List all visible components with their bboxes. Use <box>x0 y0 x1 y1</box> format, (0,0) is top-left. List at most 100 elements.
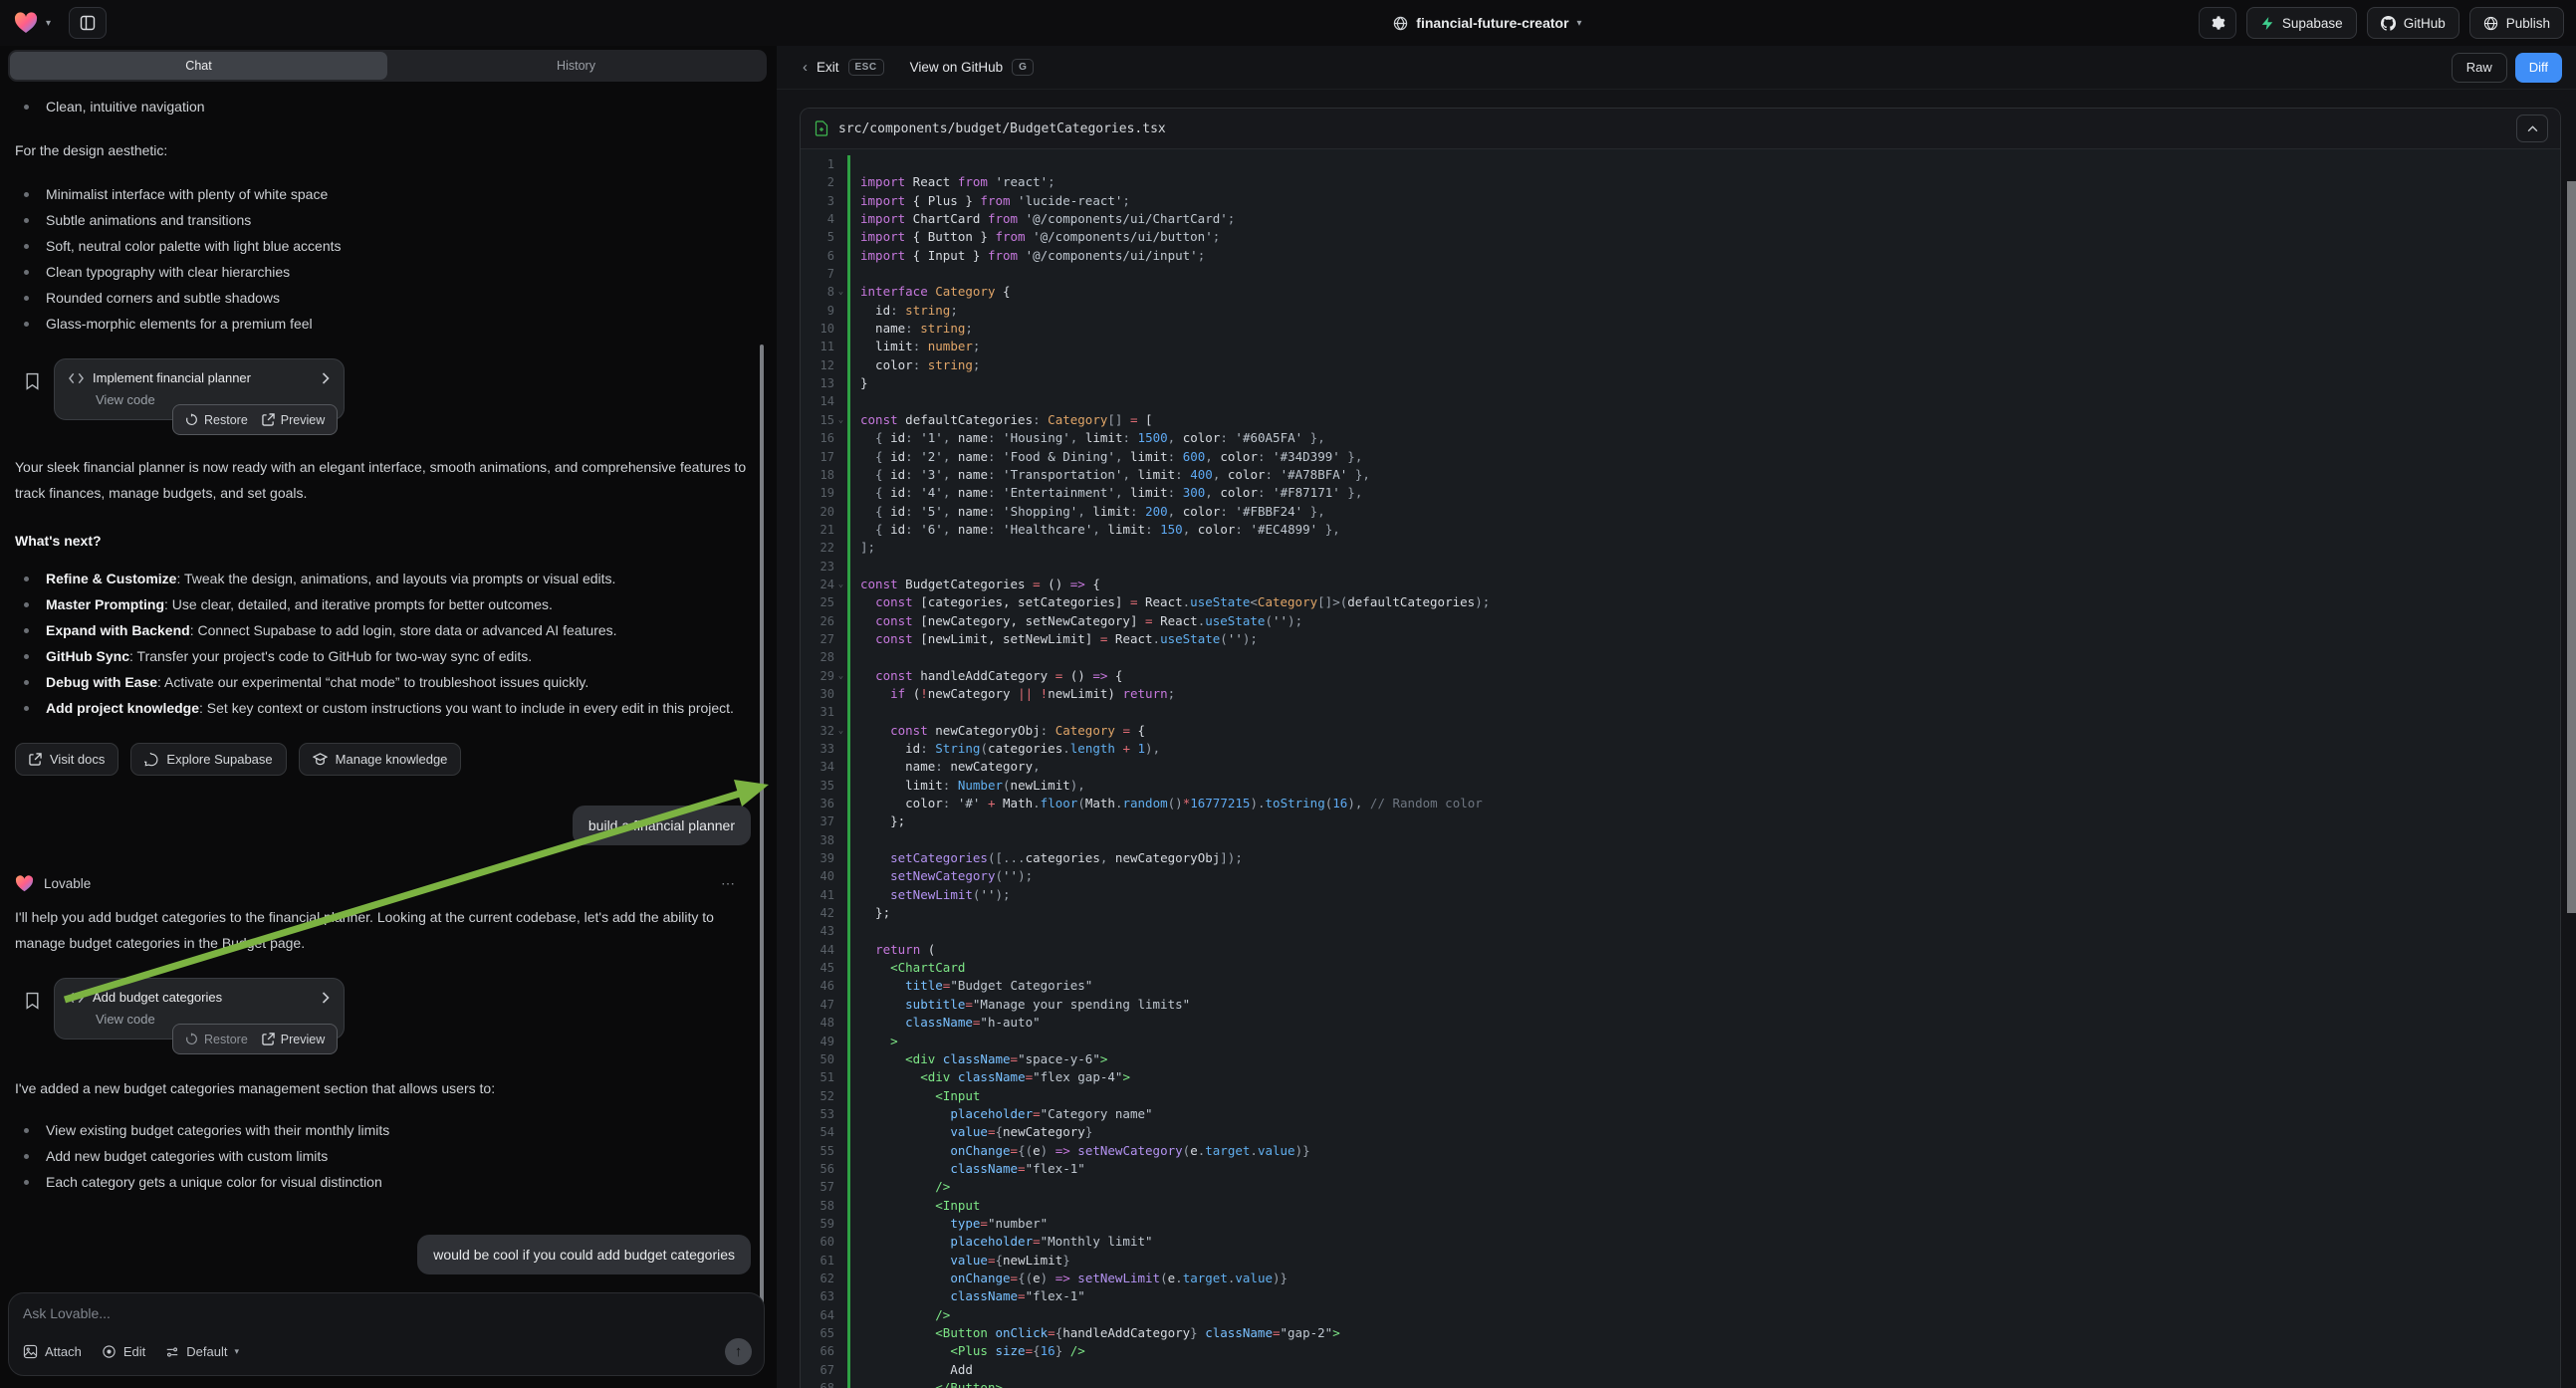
composer-input[interactable]: Ask Lovable... <box>23 1305 750 1321</box>
code-line[interactable]: 9 id: string; <box>801 302 2560 320</box>
code-line[interactable]: 61 value={newLimit} <box>801 1252 2560 1270</box>
code-line[interactable]: 49 > <box>801 1033 2560 1050</box>
tab-chat[interactable]: Chat <box>10 52 387 80</box>
code-line[interactable]: 4import ChartCard from '@/components/ui/… <box>801 210 2560 228</box>
code-line[interactable]: 45 <ChartCard <box>801 959 2560 977</box>
attach-button[interactable]: Attach <box>23 1344 82 1359</box>
project-chevron-down-icon[interactable]: ▾ <box>1577 18 1582 29</box>
code-line[interactable]: 32⌄ const newCategoryObj: Category = { <box>801 722 2560 740</box>
file-header[interactable]: src/components/budget/BudgetCategories.t… <box>801 109 2560 149</box>
code-line[interactable]: 33 id: String(categories.length + 1), <box>801 740 2560 758</box>
code-line[interactable]: 66 <Plus size={16} /> <box>801 1342 2560 1360</box>
manage-knowledge-button[interactable]: Manage knowledge <box>299 743 462 776</box>
code-line[interactable]: 26 const [newCategory, setNewCategory] =… <box>801 612 2560 630</box>
code-line[interactable]: 31 <box>801 703 2560 721</box>
code-line[interactable]: 16 { id: '1', name: 'Housing', limit: 15… <box>801 429 2560 447</box>
code-line[interactable]: 37 }; <box>801 812 2560 830</box>
code-line[interactable]: 24⌄const BudgetCategories = () => { <box>801 576 2560 593</box>
version-card[interactable]: Add budget categoriesView codeRestorePre… <box>54 978 345 1040</box>
code-line[interactable]: 58 <Input <box>801 1197 2560 1215</box>
fold-chevron-icon[interactable]: ⌄ <box>834 576 847 593</box>
fold-chevron-icon[interactable]: ⌄ <box>834 411 847 429</box>
code-line[interactable]: 23 <box>801 558 2560 576</box>
chat-message-list[interactable]: Clean, intuitive navigationFor the desig… <box>0 88 777 1288</box>
chat-scrollbar-thumb[interactable] <box>760 345 764 1330</box>
code-line[interactable]: 29⌄ const handleAddCategory = () => { <box>801 667 2560 685</box>
code-line[interactable]: 38 <box>801 831 2560 849</box>
code-line[interactable]: 17 { id: '2', name: 'Food & Dining', lim… <box>801 448 2560 466</box>
project-title[interactable]: financial-future-creator <box>1416 15 1568 31</box>
code-line[interactable]: 25 const [categories, setCategories] = R… <box>801 593 2560 611</box>
supabase-button[interactable]: Supabase <box>2246 7 2357 39</box>
code-line[interactable]: 6import { Input } from '@/components/ui/… <box>801 247 2560 265</box>
raw-toggle-button[interactable]: Raw <box>2452 53 2507 83</box>
code-line[interactable]: 56 className="flex-1" <box>801 1160 2560 1178</box>
code-line[interactable]: 7 <box>801 265 2560 283</box>
tab-history[interactable]: History <box>387 52 765 80</box>
restore-button[interactable]: Restore <box>185 1033 248 1046</box>
code-line[interactable]: 15⌄const defaultCategories: Category[] =… <box>801 411 2560 429</box>
code-scrollbar-thumb[interactable] <box>2567 181 2576 913</box>
code-line[interactable]: 64 /> <box>801 1306 2560 1324</box>
publish-button[interactable]: Publish <box>2469 7 2564 39</box>
code-line[interactable]: 67 Add <box>801 1361 2560 1379</box>
code-line[interactable]: 30 if (!newCategory || !newLimit) return… <box>801 685 2560 703</box>
code-line[interactable]: 12 color: string; <box>801 356 2560 374</box>
code-line[interactable]: 1 <box>801 155 2560 173</box>
code-line[interactable]: 59 type="number" <box>801 1215 2560 1233</box>
code-line[interactable]: 41 setNewLimit(''); <box>801 886 2560 904</box>
exit-button[interactable]: ‹ Exit ESC <box>803 59 884 76</box>
code-line[interactable]: 46 title="Budget Categories" <box>801 977 2560 995</box>
collapse-file-button[interactable] <box>2516 115 2548 142</box>
settings-gear-button[interactable] <box>2199 7 2236 39</box>
code-line[interactable]: 14 <box>801 392 2560 410</box>
code-line[interactable]: 34 name: newCategory, <box>801 758 2560 776</box>
code-line[interactable]: 47 subtitle="Manage your spending limits… <box>801 996 2560 1014</box>
fold-chevron-icon[interactable]: ⌄ <box>834 722 847 740</box>
code-line[interactable]: 27 const [newLimit, setNewLimit] = React… <box>801 630 2560 648</box>
code-line[interactable]: 39 setCategories([...categories, newCate… <box>801 849 2560 867</box>
code-line[interactable]: 11 limit: number; <box>801 338 2560 355</box>
code-line[interactable]: 35 limit: Number(newLimit), <box>801 777 2560 795</box>
code-editor[interactable]: 12import React from 'react';3import { Pl… <box>801 149 2560 1388</box>
code-line[interactable]: 51 <div className="flex gap-4"> <box>801 1068 2560 1086</box>
fold-chevron-icon[interactable]: ⌄ <box>834 667 847 685</box>
code-line[interactable]: 65 <Button onClick={handleAddCategory} c… <box>801 1324 2560 1342</box>
code-line[interactable]: 10 name: string; <box>801 320 2560 338</box>
visit-docs-button[interactable]: Visit docs <box>15 743 118 776</box>
code-line[interactable]: 43 <box>801 922 2560 940</box>
code-line[interactable]: 22]; <box>801 539 2560 557</box>
code-line[interactable]: 13} <box>801 374 2560 392</box>
code-line[interactable]: 50 <div className="space-y-6"> <box>801 1050 2560 1068</box>
sidebar-toggle-button[interactable] <box>69 7 107 39</box>
lovable-logo-heart-icon[interactable] <box>14 12 38 34</box>
code-line[interactable]: 44 return ( <box>801 941 2560 959</box>
chat-composer[interactable]: Ask Lovable... Attach Edit Default ▾ ↑ <box>8 1292 765 1376</box>
code-line[interactable]: 20 { id: '5', name: 'Shopping', limit: 2… <box>801 503 2560 521</box>
preview-button[interactable]: Preview <box>262 413 325 427</box>
explore-supabase-button[interactable]: Explore Supabase <box>130 743 286 776</box>
code-line[interactable]: 2import React from 'react'; <box>801 173 2560 191</box>
code-line[interactable]: 63 className="flex-1" <box>801 1287 2560 1305</box>
restore-button[interactable]: Restore <box>185 413 248 427</box>
preview-button[interactable]: Preview <box>262 1033 325 1046</box>
code-line[interactable]: 42 }; <box>801 904 2560 922</box>
code-line[interactable]: 57 /> <box>801 1178 2560 1196</box>
code-line[interactable]: 18 { id: '3', name: 'Transportation', li… <box>801 466 2560 484</box>
code-line[interactable]: 36 color: '#' + Math.floor(Math.random()… <box>801 795 2560 812</box>
code-line[interactable]: 52 <Input <box>801 1087 2560 1105</box>
edit-button[interactable]: Edit <box>102 1344 145 1359</box>
code-line[interactable]: 28 <box>801 648 2560 666</box>
send-button[interactable]: ↑ <box>725 1338 752 1365</box>
bookmark-icon[interactable] <box>25 372 40 390</box>
chevron-down-icon[interactable]: ▾ <box>46 18 51 29</box>
code-line[interactable]: 5import { Button } from '@/components/ui… <box>801 228 2560 246</box>
code-line[interactable]: 53 placeholder="Category name" <box>801 1105 2560 1123</box>
diff-toggle-button[interactable]: Diff <box>2515 53 2562 83</box>
code-line[interactable]: 62 onChange={(e) => setNewLimit(e.target… <box>801 1270 2560 1287</box>
code-line[interactable]: 55 onChange={(e) => setNewCategory(e.tar… <box>801 1142 2560 1160</box>
code-line[interactable]: 8⌄interface Category { <box>801 283 2560 301</box>
code-line[interactable]: 54 value={newCategory} <box>801 1123 2560 1141</box>
code-line[interactable]: 60 placeholder="Monthly limit" <box>801 1233 2560 1251</box>
fold-chevron-icon[interactable]: ⌄ <box>834 283 847 301</box>
